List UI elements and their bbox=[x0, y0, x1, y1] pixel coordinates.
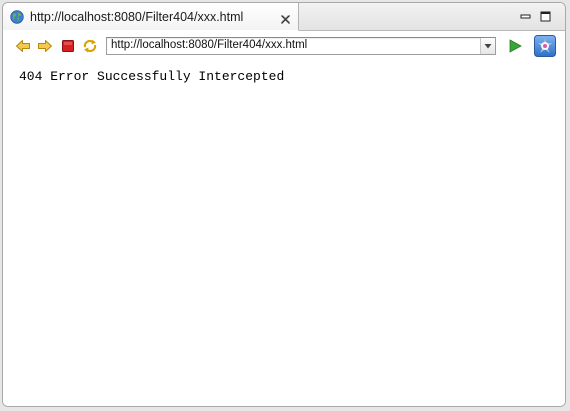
forward-arrow-icon[interactable] bbox=[37, 38, 53, 54]
navigation-toolbar: http://localhost:8080/Filter404/xxx.html bbox=[3, 31, 565, 61]
chevron-down-icon bbox=[484, 44, 492, 49]
go-icon[interactable] bbox=[507, 39, 523, 53]
close-tab-icon[interactable] bbox=[280, 12, 291, 24]
browser-tab[interactable]: http://localhost:8080/Filter404/xxx.html bbox=[3, 3, 299, 31]
page-content: 404 Error Successfully Intercepted bbox=[3, 61, 565, 406]
address-input[interactable]: http://localhost:8080/Filter404/xxx.html bbox=[111, 39, 307, 51]
stop-icon[interactable] bbox=[60, 38, 76, 54]
globe-icon bbox=[10, 10, 24, 24]
page-message: 404 Error Successfully Intercepted bbox=[19, 69, 285, 84]
back-arrow-icon[interactable] bbox=[15, 38, 31, 54]
maximize-icon[interactable] bbox=[540, 9, 551, 22]
web-services-icon[interactable] bbox=[534, 35, 556, 57]
address-dropdown-button[interactable] bbox=[480, 38, 495, 54]
browser-window: http://localhost:8080/Filter404/xxx.html bbox=[2, 2, 566, 407]
minimize-icon[interactable] bbox=[520, 9, 531, 20]
tab-bar: http://localhost:8080/Filter404/xxx.html bbox=[3, 3, 565, 31]
refresh-icon[interactable] bbox=[82, 38, 98, 54]
address-bar[interactable]: http://localhost:8080/Filter404/xxx.html bbox=[106, 37, 496, 55]
tab-title: http://localhost:8080/Filter404/xxx.html bbox=[30, 10, 244, 24]
